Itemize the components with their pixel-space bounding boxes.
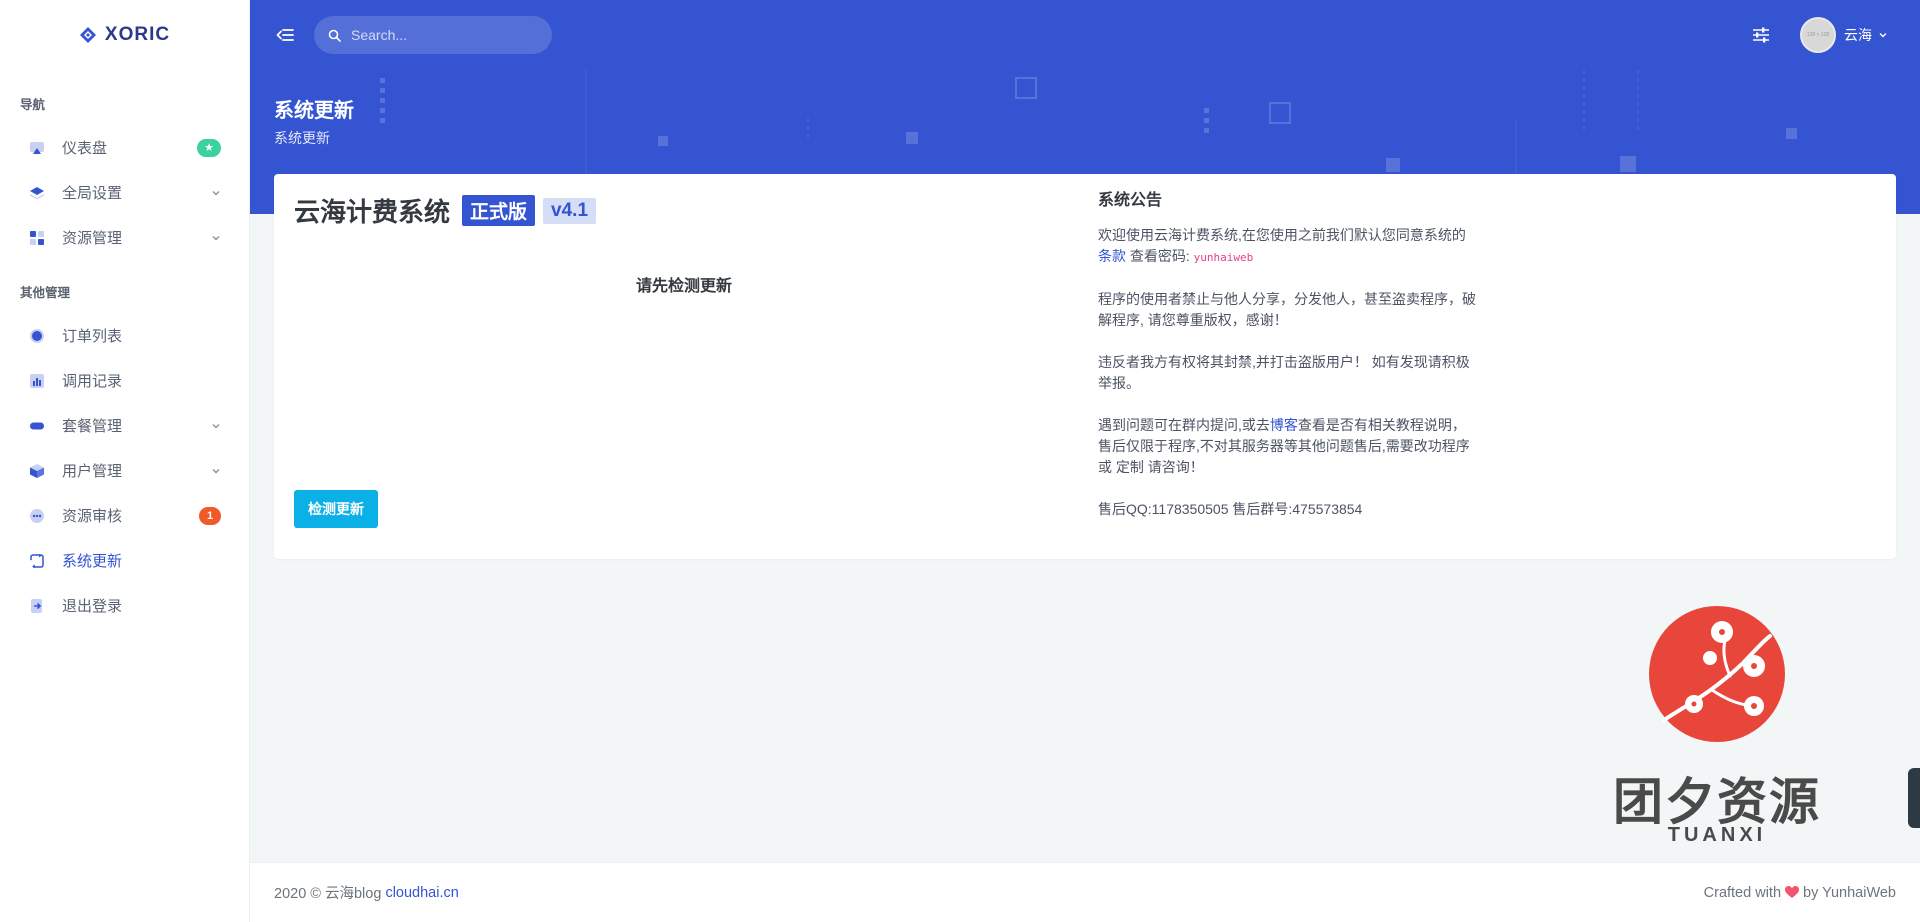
- settings-sliders-icon[interactable]: [1750, 24, 1772, 46]
- app-title: 云海计费系统 正式版 v4.1: [294, 192, 597, 229]
- sidebar-item-label: 资源审核: [62, 508, 123, 525]
- terms-link[interactable]: 条款: [1098, 248, 1126, 264]
- sidebar-item-resource-review[interactable]: 资源审核 1: [0, 493, 249, 538]
- footer-credit: Crafted with by YunhaiWeb: [1704, 885, 1896, 901]
- side-panel-handle[interactable]: [1908, 768, 1920, 828]
- sidebar-item-label: 调用记录: [62, 373, 123, 390]
- cube-icon: [28, 462, 46, 480]
- sidebar-item-label: 套餐管理: [62, 418, 123, 435]
- logout-icon: [28, 597, 46, 615]
- user-name: 云海: [1844, 27, 1872, 43]
- footer: 2020 © 云海blog cloudhai.cn Crafted with b…: [250, 862, 1920, 922]
- layers-icon: [28, 184, 46, 202]
- check-update-button[interactable]: 检测更新: [294, 490, 378, 528]
- sidebar-item-orders[interactable]: 订单列表: [0, 313, 249, 358]
- sidebar-item-label: 全局设置: [62, 185, 123, 202]
- plum-blossom-logo-icon: [1649, 606, 1785, 742]
- monitor-icon: [28, 139, 46, 157]
- menu-section-other: 其他管理: [20, 286, 71, 300]
- sidebar-item-label: 仪表盘: [62, 140, 108, 157]
- sidebar-item-logout[interactable]: 退出登录: [0, 583, 249, 628]
- sidebar-item-package-management[interactable]: 套餐管理: [0, 403, 249, 448]
- sidebar-item-call-logs[interactable]: 调用记录: [0, 358, 249, 403]
- sidebar-item-system-update[interactable]: 系统更新: [0, 538, 249, 583]
- heart-icon: [1785, 886, 1800, 898]
- chevron-down-icon: [1878, 30, 1888, 40]
- announcement-text: 遇到问题可在群内提问,或去: [1098, 417, 1270, 433]
- announcement-text: 查看密码:: [1129, 248, 1190, 264]
- avatar: 128 × 128: [1800, 17, 1836, 53]
- sidebar-item-label: 订单列表: [62, 328, 123, 345]
- watermark-logo: 团夕资源 TUANXI: [1612, 602, 1822, 852]
- blog-link[interactable]: 博客: [1270, 417, 1298, 433]
- credit-author: by YunhaiWeb: [1803, 884, 1896, 901]
- search-input[interactable]: [351, 27, 521, 43]
- check-update-hint: 请先检测更新: [636, 278, 733, 295]
- bar-chart-icon: [28, 372, 46, 390]
- user-menu[interactable]: 128 × 128 云海: [1800, 17, 1902, 53]
- sidebar: XORIC 导航 仪表盘 ★ 全局设置 资源管理 其他管理 订单列表 调用记录: [0, 0, 250, 922]
- chat-bubble-icon: [28, 507, 46, 525]
- password-code: yunhaiweb: [1193, 251, 1254, 264]
- search-icon: [328, 29, 341, 42]
- sidebar-item-user-management[interactable]: 用户管理: [0, 448, 249, 493]
- announcement-panel: 系统公告 欢迎使用云海计费系统,在您使用之前我们默认您同意系统的 条款 查看密码…: [1098, 190, 1478, 541]
- release-tag: 正式版: [462, 195, 536, 226]
- topbar: 128 × 128 云海: [250, 0, 1920, 70]
- brand-name: XORIC: [104, 24, 171, 45]
- brand-logo[interactable]: XORIC: [0, 0, 249, 70]
- grid-icon: [28, 229, 46, 247]
- new-badge: ★: [197, 138, 221, 157]
- diamond-logo-icon: [79, 26, 97, 44]
- pill-icon: [28, 417, 46, 435]
- search-box[interactable]: [314, 16, 552, 54]
- circle-icon: [28, 327, 46, 345]
- sidebar-item-dashboard[interactable]: 仪表盘 ★: [0, 125, 249, 170]
- version-tag: v4.1: [543, 197, 597, 224]
- copyright-text: 2020 © 云海blog: [274, 886, 382, 902]
- watermark-subtext: TUANXI: [1667, 824, 1767, 846]
- support-contact: 售后QQ:1178350505 售后群号:475573854: [1098, 501, 1363, 517]
- sidebar-item-label: 系统更新: [62, 553, 123, 570]
- chevron-down-icon: [211, 421, 221, 431]
- announcement-paragraph: 遇到问题可在群内提问,或去博客查看是否有相关教程说明，售后仅限于程序,不对其服务…: [1098, 415, 1478, 478]
- sidebar-item-resource-management[interactable]: 资源管理: [0, 215, 249, 260]
- avatar-placeholder-text: 128 × 128: [1806, 32, 1830, 38]
- sidebar-item-label: 资源管理: [62, 230, 123, 247]
- sidebar-item-label: 用户管理: [62, 463, 123, 480]
- sidebar-item-label: 退出登录: [62, 598, 123, 615]
- chevron-down-icon: [211, 233, 221, 243]
- chevron-down-icon: [211, 188, 221, 198]
- system-update-card: 云海计费系统 正式版 v4.1 请先检测更新 检测更新 系统公告 欢迎使用云海计…: [274, 174, 1896, 559]
- sidebar-item-global-settings[interactable]: 全局设置: [0, 170, 249, 215]
- breadcrumb: 系统更新: [274, 130, 330, 146]
- page-title: 系统更新: [274, 100, 354, 122]
- menu-section-nav: 导航: [20, 98, 46, 112]
- announcement-text: 欢迎使用云海计费系统,在您使用之前我们默认您同意系统的: [1098, 227, 1466, 243]
- announcement-title: 系统公告: [1098, 192, 1163, 209]
- app-name: 云海计费系统: [294, 197, 451, 227]
- menu-collapse-icon[interactable]: [274, 24, 296, 46]
- announcement-paragraph: 违反者我方有权将其封禁,并打击盗版用户！ 如有发现请积极举报。: [1098, 354, 1470, 391]
- announcement-paragraph: 程序的使用者禁止与他人分享，分发他人，甚至盗卖程序，破解程序, 请您尊重版权，感…: [1098, 291, 1476, 328]
- chevron-down-icon: [211, 466, 221, 476]
- refresh-icon: [28, 552, 46, 570]
- credit-text: Crafted with: [1703, 884, 1782, 901]
- announcement-paragraph: 欢迎使用云海计费系统,在您使用之前我们默认您同意系统的 条款 查看密码: yun…: [1098, 225, 1478, 268]
- review-count-badge: 1: [199, 506, 221, 525]
- footer-site-link[interactable]: cloudhai.cn: [385, 885, 458, 901]
